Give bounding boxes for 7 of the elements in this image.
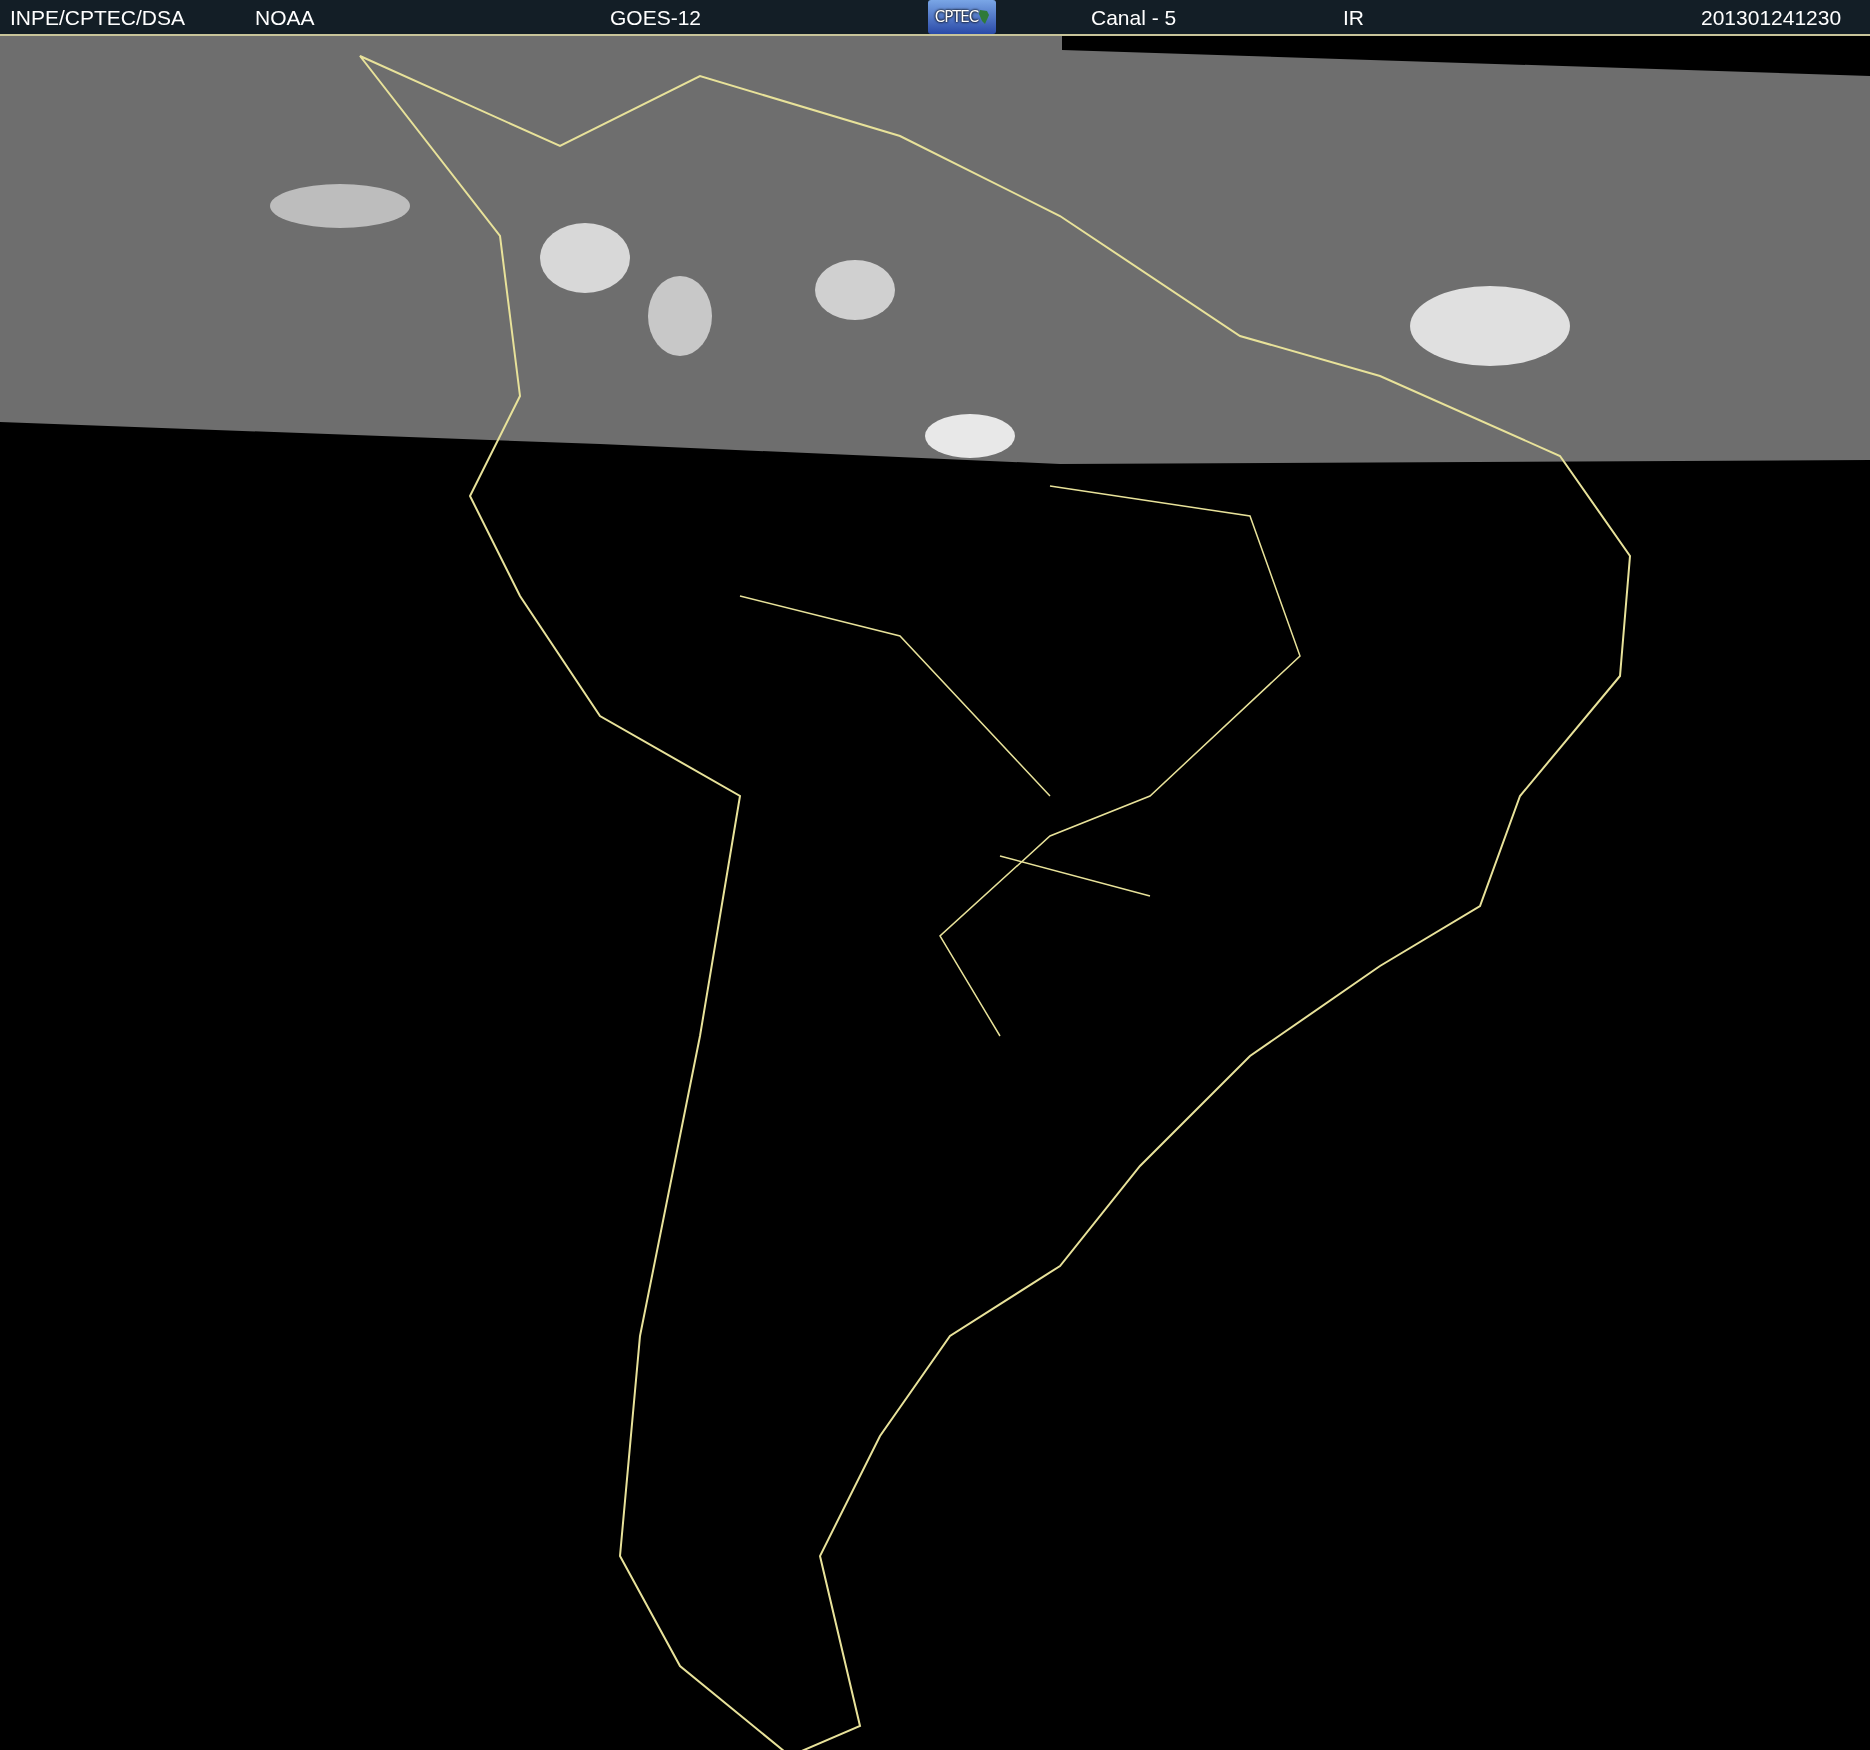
header-label: INPE/CPTEC/DSA — [10, 6, 186, 28]
header-label: NOAA — [255, 6, 315, 28]
header-label: 201301241230 — [1701, 6, 1842, 28]
header-label: IR — [1343, 6, 1364, 28]
header-label: Canal - 5 — [1091, 6, 1177, 28]
logo-text: CPTEC — [934, 9, 979, 25]
header-label: GOES-12 — [610, 6, 702, 28]
